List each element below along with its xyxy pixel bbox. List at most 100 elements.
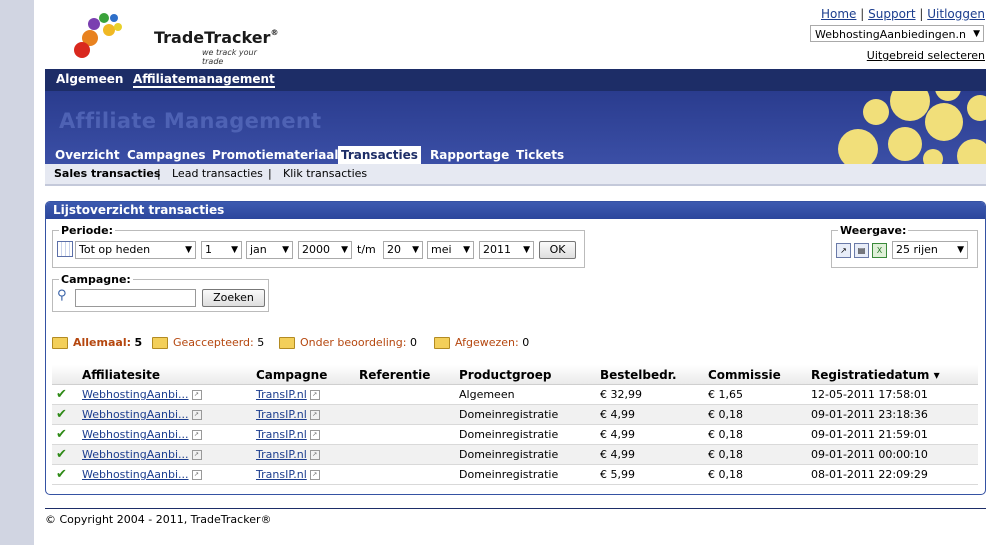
check-icon: ✔ [56, 467, 67, 482]
status-cell: ✔ [52, 444, 78, 465]
subtab-klik-transacties[interactable]: Klik transacties [283, 167, 367, 180]
reference-cell [355, 424, 455, 445]
check-icon: ✔ [56, 447, 67, 462]
folder-question-icon [279, 337, 295, 349]
to-month-select[interactable]: mei ▼ [427, 241, 474, 259]
divider: | [860, 7, 865, 21]
from-year-select[interactable]: 2000 ▼ [298, 241, 352, 259]
print-icon[interactable]: ▤ [854, 243, 869, 258]
to-year-value: 2011 [483, 243, 511, 256]
divider: | [157, 167, 161, 180]
filter-pending[interactable]: Onder beoordeling: 0 [279, 336, 417, 349]
period-range-select[interactable]: Tot op heden ▼ [75, 241, 196, 259]
campaign-link[interactable]: TransIP.nl [256, 408, 307, 421]
affiliatesite-link[interactable]: WebhostingAanbi... [82, 428, 189, 441]
commission-cell: € 1,65 [704, 384, 807, 405]
period-range-value: Tot op heden [79, 243, 151, 256]
campaign-link[interactable]: TransIP.nl [256, 448, 307, 461]
external-link-icon[interactable]: ↗ [309, 430, 320, 440]
from-month-select[interactable]: jan ▼ [246, 241, 293, 259]
site-cell: WebhostingAanbi... ↗ [78, 464, 252, 485]
productgroup-cell: Algemeen [455, 384, 596, 405]
home-link[interactable]: Home [821, 7, 856, 21]
filter-accepted[interactable]: Geaccepteerd: 5 [152, 336, 264, 349]
tab-rapportage[interactable]: Rapportage [427, 146, 512, 164]
campaign-link[interactable]: TransIP.nl [256, 388, 307, 401]
tab-campagnes[interactable]: Campagnes [124, 146, 209, 164]
to-day-select[interactable]: 20 ▼ [383, 241, 423, 259]
tab-promotiemateriaal[interactable]: Promotiemateriaal [209, 146, 342, 164]
chevron-down-icon: ▼ [185, 245, 192, 255]
date-cell: 12-05-2011 17:58:01 [807, 384, 978, 405]
external-link-icon[interactable]: ↗ [191, 410, 202, 420]
chevron-down-icon: ▼ [973, 29, 980, 39]
chevron-down-icon: ▼ [412, 245, 419, 255]
external-link-icon[interactable]: ↗ [191, 390, 202, 400]
site-select[interactable]: WebhostingAanbiedingen.n ▼ [810, 25, 984, 42]
subtab-lead-transacties[interactable]: Lead transacties [172, 167, 263, 180]
external-link-icon[interactable]: ↗ [309, 410, 320, 420]
affiliatesite-link[interactable]: WebhostingAanbi... [82, 468, 189, 481]
excel-icon[interactable]: X [872, 243, 887, 258]
external-link-icon[interactable]: ↗ [191, 450, 202, 460]
date-cell: 08-01-2011 22:09:29 [807, 464, 978, 485]
page: TradeTracker® we track your trade Home |… [34, 0, 998, 545]
external-link-icon[interactable]: ↗ [309, 470, 320, 480]
tradetracker-logo[interactable]: TradeTracker® we track your trade [64, 6, 278, 66]
ok-button[interactable]: OK [539, 241, 576, 259]
tab-tickets[interactable]: Tickets [513, 146, 567, 164]
site-select-value: WebhostingAanbiedingen.n [815, 28, 966, 41]
status-column-header [52, 365, 78, 385]
column-header-commissie[interactable]: Commissie [704, 365, 807, 385]
main-nav-item-algemeen[interactable]: Algemeen [56, 72, 123, 86]
search-button[interactable]: Zoeken [202, 289, 265, 307]
affiliatesite-link[interactable]: WebhostingAanbi... [82, 408, 189, 421]
amount-cell: € 5,99 [596, 464, 704, 485]
amount-cell: € 4,99 [596, 424, 704, 445]
campaign-cell: TransIP.nl ↗ [252, 404, 355, 425]
advanced-select-link[interactable]: Uitgebreid selecteren [867, 49, 985, 62]
calendar-icon[interactable] [57, 241, 73, 257]
filter-all-label: Allemaal: [73, 336, 131, 349]
column-header-productgroep[interactable]: Productgroep [455, 365, 596, 385]
column-header-affiliatesite[interactable]: Affiliatesite [78, 365, 252, 385]
status-cell: ✔ [52, 384, 78, 405]
campaign-search-input[interactable] [75, 289, 196, 307]
export-icon[interactable]: ↗ [836, 243, 851, 258]
affiliatesite-link[interactable]: WebhostingAanbi... [82, 448, 189, 461]
banner-title: Affiliate Management [59, 109, 322, 133]
external-link-icon[interactable]: ↗ [191, 470, 202, 480]
to-month-value: mei [431, 243, 452, 256]
reference-cell [355, 384, 455, 405]
column-header-referentie[interactable]: Referentie [355, 365, 455, 385]
external-link-icon[interactable]: ↗ [191, 430, 202, 440]
campaign-link[interactable]: TransIP.nl [256, 428, 307, 441]
column-header-campagne[interactable]: Campagne [252, 365, 355, 385]
affiliatesite-link[interactable]: WebhostingAanbi... [82, 388, 189, 401]
commission-cell: € 0,18 [704, 404, 807, 425]
campaign-filter: Campagne: ⚲ Zoeken [52, 273, 269, 312]
subtab-sales-transacties[interactable]: Sales transacties [54, 167, 160, 180]
campaign-link[interactable]: TransIP.nl [256, 468, 307, 481]
column-header-registratiedatum[interactable]: Registratiedatum ▾ [807, 365, 978, 385]
productgroup-cell: Domeinregistratie [455, 424, 596, 445]
productgroup-cell: Domeinregistratie [455, 444, 596, 465]
check-icon: ✔ [56, 387, 67, 402]
tab-transacties[interactable]: Transacties [338, 146, 421, 164]
external-link-icon[interactable]: ↗ [309, 390, 320, 400]
support-link[interactable]: Support [868, 7, 915, 21]
tab-overzicht[interactable]: Overzicht [52, 146, 123, 164]
transactions-table: Affiliatesite Campagne Referentie Produc… [52, 365, 978, 485]
to-year-select[interactable]: 2011 ▼ [479, 241, 534, 259]
column-header-bestelbedr[interactable]: Bestelbedr. [596, 365, 704, 385]
filter-rejected[interactable]: Afgewezen: 0 [434, 336, 529, 349]
rows-per-page-select[interactable]: 25 rijen ▼ [892, 241, 968, 259]
from-day-select[interactable]: 1 ▼ [201, 241, 242, 259]
filter-accepted-count: 5 [257, 336, 265, 349]
main-nav-item-affiliatemanagement[interactable]: Affiliatemanagement [133, 72, 275, 88]
external-link-icon[interactable]: ↗ [309, 450, 320, 460]
filter-all[interactable]: Allemaal: 5 [52, 336, 142, 349]
logout-link[interactable]: Uitloggen [927, 7, 985, 21]
search-icon: ⚲ [57, 288, 67, 303]
transaction-type-nav: Sales transacties | Lead transacties | K… [45, 164, 986, 186]
